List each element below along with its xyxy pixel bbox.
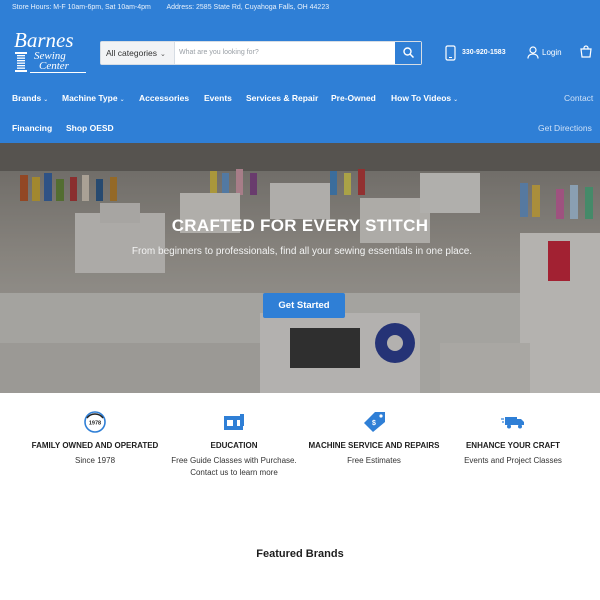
store-info-bar: Store Hours: M-F 10am-6pm, Sat 10am-4pm … [12, 4, 343, 11]
sewing-machine-icon [224, 414, 244, 430]
hero-title: CRAFTED FOR EVERY STITCH [171, 216, 429, 235]
feature-title: ENHANCE YOUR CRAFT [465, 441, 561, 450]
chevron-down-icon: ⌄ [119, 97, 125, 103]
search-button[interactable] [395, 42, 421, 64]
category-select[interactable]: All categories ⌄ [101, 42, 175, 64]
delivery-truck-icon [501, 417, 524, 429]
nav-services-repair[interactable]: Services & Repair [246, 93, 318, 103]
svg-text:$: $ [372, 420, 376, 427]
search-icon [403, 47, 414, 58]
search-bar: All categories ⌄ What are you looking for… [100, 41, 422, 65]
price-tag-icon: $ [364, 412, 385, 432]
feature-education: EDUCATION Free Guide Classes with Purcha… [164, 411, 304, 479]
user-icon [527, 46, 539, 59]
logo-underline [30, 72, 86, 73]
hero-overlay [0, 143, 600, 393]
featured-brands-heading: Featured Brands [256, 548, 344, 560]
nav-brands[interactable]: Brands ⌄ [12, 93, 48, 103]
feature-family-owned: 1978 FAMILY OWNED AND OPERATED Since 197… [25, 411, 165, 467]
phone-icon [445, 45, 456, 61]
svg-text:1978: 1978 [89, 421, 101, 427]
feature-enhance-craft: ENHANCE YOUR CRAFT Events and Project Cl… [443, 411, 583, 467]
nav-shop-oesd[interactable]: Shop OESD [66, 123, 114, 133]
nav-contact[interactable]: Contact [564, 93, 593, 103]
nav-pre-owned[interactable]: Pre-Owned [331, 93, 376, 103]
hero-subtitle: From beginners to professionals, find al… [131, 246, 473, 257]
feature-description: Free Guide Classes with Purchase. Contac… [171, 456, 297, 477]
cart-icon[interactable] [579, 45, 593, 59]
store-hours: Store Hours: M-F 10am-6pm, Sat 10am-4pm [12, 4, 151, 11]
chevron-down-icon: ⌄ [43, 97, 49, 103]
chevron-down-icon: ⌄ [453, 97, 459, 103]
nav-accessories[interactable]: Accessories [139, 93, 189, 103]
feature-service-repairs: $ MACHINE SERVICE AND REPAIRS Free Estim… [304, 411, 444, 467]
feature-title: EDUCATION [210, 441, 258, 450]
nav-get-directions[interactable]: Get Directions [538, 123, 592, 133]
feature-description: Free Estimates [347, 456, 401, 465]
nav-financing[interactable]: Financing [12, 123, 52, 133]
secondary-nav: Financing Shop OESD Get Directions [0, 123, 600, 137]
hero-banner: CRAFTED FOR EVERY STITCH From beginners … [0, 143, 600, 393]
since-1978-badge-icon: 1978 [84, 411, 106, 433]
nav-how-to-videos[interactable]: How To Videos ⌄ [391, 93, 458, 103]
main-nav: Brands ⌄ Machine Type ⌄ Accessories Events… [0, 93, 600, 107]
feature-description: Since 1978 [74, 456, 116, 465]
login-link[interactable]: Login [527, 45, 567, 61]
site-header: Store Hours: M-F 10am-6pm, Sat 10am-4pm … [0, 0, 600, 143]
phone-link[interactable]: 330-920-1583 [444, 45, 514, 61]
feature-title: MACHINE SERVICE AND REPAIRS [308, 441, 440, 450]
features-row: 1978 FAMILY OWNED AND OPERATED Since 197… [0, 393, 600, 513]
feature-description: Events and Project Classes [464, 456, 562, 465]
nav-machine-type[interactable]: Machine Type ⌄ [62, 93, 125, 103]
get-started-button[interactable]: Get Started [263, 293, 345, 318]
logo-sewing-center-text: Sewing Center [34, 50, 69, 72]
feature-title: FAMILY OWNED AND OPERATED [31, 441, 159, 450]
barnes-logo[interactable]: Barnes Sewing Center [14, 28, 88, 76]
nav-events[interactable]: Events [204, 93, 232, 103]
search-input[interactable]: What are you looking for? [179, 49, 259, 56]
chevron-down-icon: ⌄ [160, 51, 166, 58]
thread-spool-icon [15, 52, 27, 72]
store-address: Address: 2585 State Rd, Cuyahoga Falls, … [166, 4, 330, 11]
